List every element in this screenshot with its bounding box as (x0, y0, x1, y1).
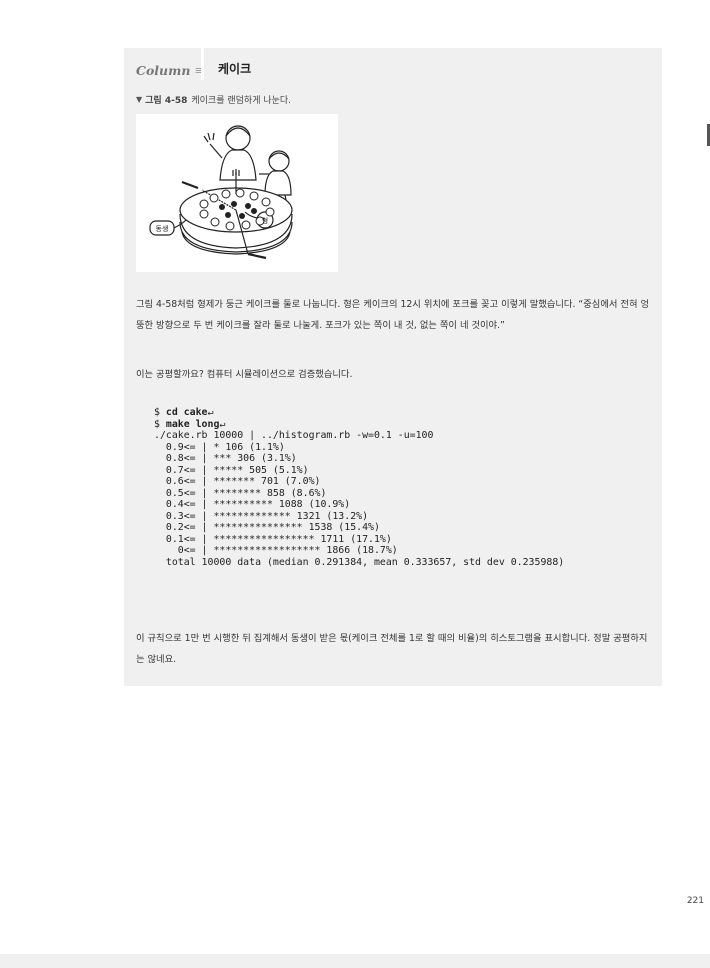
histogram-row: 0<= | ****************** 1866 (18.7%) (154, 545, 398, 556)
label-older-brother: 형 (262, 217, 268, 225)
column-label: Column (136, 62, 191, 78)
chevron-down-icon: ▼ (136, 95, 143, 104)
histogram-row: 0.4<= | ********** 1088 (10.9%) (154, 499, 351, 510)
column-box: Column ≡ 케이크 ▼ 그림 4-58 케이크를 랜덤하게 나눈다. 동생… (124, 48, 662, 686)
column-header: Column ≡ (136, 58, 204, 82)
figure-number: 그림 4-58 (145, 96, 188, 106)
code-line-1: $ cd cake↵ (154, 407, 564, 419)
command-make: make long (165, 418, 220, 430)
histogram-row: 0.6<= | ******* 701 (7.0%) (154, 476, 321, 487)
histogram-row: 0.9<= | * 106 (1.1%) (154, 441, 285, 453)
prompt: $ (154, 407, 166, 418)
histogram-row: 0.1<= | ***************** 1711 (17.1%) (154, 533, 392, 545)
column-title: 케이크 (218, 62, 252, 76)
enter-icon: ↵ (219, 418, 226, 430)
figure-caption: ▼ 그림 4-58 케이크를 랜덤하게 나눈다. (136, 93, 291, 106)
histogram-total: total 10000 data (median 0.291384, mean … (154, 556, 565, 568)
paragraph-question: 이는 공평할까요? 컴퓨터 시뮬레이션으로 검증했습니다. (136, 369, 353, 380)
paragraph-intro: 그림 4-58처럼 형제가 둥근 케이크를 둘로 나눕니다. 형은 케이크의 1… (136, 299, 649, 331)
enter-icon: ↵ (207, 407, 214, 418)
histogram-row: 0.2<= | *************** 1538 (15.4%) (154, 522, 380, 533)
histogram-row: 0.3<= | ************* 1321 (13.2%) (154, 510, 369, 522)
histogram-row: 0.5<= | ******** 858 (8.6%) (154, 487, 327, 499)
cake-illustration: 동생 형 (136, 114, 338, 272)
code-block: $ cd cake↵ $ make long↵ ./cake.rb 10000 | … (154, 407, 564, 568)
label-younger-brother: 동생 (156, 224, 169, 233)
code-line-3: ./cake.rb 10000 | ../histogram.rb -w=0.1… (154, 430, 434, 441)
figure-caption-text: 케이크를 랜덤하게 나눈다. (191, 96, 292, 106)
histogram-row: 0.8<= | *** 306 (3.1%) (154, 453, 297, 464)
page-number: 221 (686, 896, 704, 906)
command-cd: cd cake (165, 407, 208, 418)
code-line-2: $ make long↵ (154, 419, 564, 431)
histogram-row: 0.7<= | ***** 505 (5.1%) (154, 464, 309, 476)
cake-drawing: 동생 형 (149, 125, 293, 260)
column-divider (201, 48, 204, 80)
paragraph-conclusion: 이 규칙으로 1만 번 시행한 뒤 집계해서 동생이 받은 몫(케이크 전체를 … (136, 633, 648, 665)
bottom-band (0, 954, 710, 968)
prompt: $ (154, 418, 166, 430)
